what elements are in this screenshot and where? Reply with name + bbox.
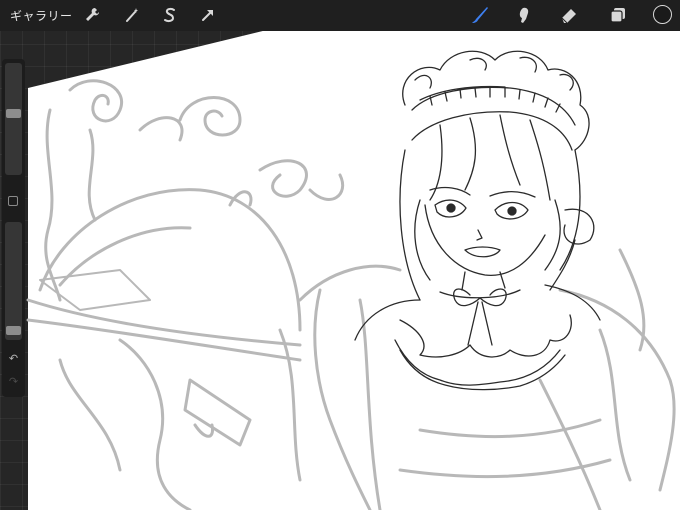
brush-size-thumb[interactable] (6, 109, 21, 118)
eraser-icon[interactable] (557, 3, 581, 27)
opacity-slider[interactable] (5, 222, 22, 340)
color-picker-button[interactable] (653, 5, 672, 24)
undo-icon[interactable]: ↶ (6, 352, 21, 366)
drawing-canvas[interactable] (0, 0, 680, 510)
modify-button[interactable] (8, 196, 18, 206)
brush-size-slider[interactable] (5, 63, 22, 175)
brush-icon[interactable] (468, 3, 492, 27)
smudge-icon[interactable] (512, 3, 536, 27)
redo-icon: ↷ (8, 375, 19, 388)
arrow-cursor-icon[interactable] (196, 3, 220, 27)
wrench-icon[interactable] (80, 3, 104, 27)
opacity-thumb[interactable] (6, 326, 21, 335)
magic-wand-icon[interactable] (120, 3, 144, 27)
layers-icon[interactable] (606, 3, 630, 27)
selection-s-icon[interactable] (158, 3, 182, 27)
sidebar: ↶ ↷ (2, 59, 25, 397)
gallery-button[interactable]: ギャラリー (0, 7, 79, 24)
